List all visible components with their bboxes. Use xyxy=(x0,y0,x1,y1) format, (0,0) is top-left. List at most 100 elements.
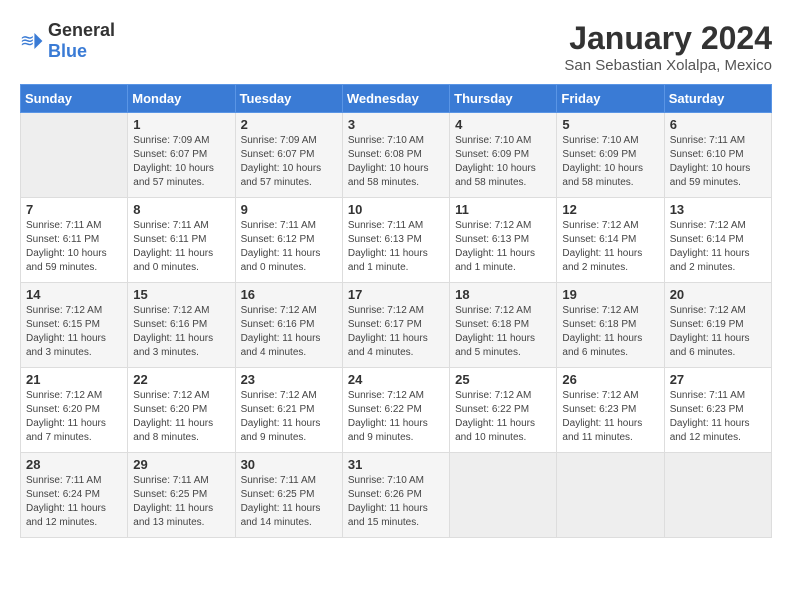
calendar-cell xyxy=(450,453,557,538)
day-info: Sunrise: 7:12 AM Sunset: 6:23 PM Dayligh… xyxy=(562,389,658,445)
calendar-cell: 1Sunrise: 7:09 AM Sunset: 6:07 PM Daylig… xyxy=(128,113,235,198)
calendar-cell: 8 Sunrise: 7:11 AM Sunset: 6:11 PM Daylig… xyxy=(128,198,235,283)
calendar-cell: 27 Sunrise: 7:11 AM Sunset: 6:23 PM Dayli… xyxy=(664,368,771,453)
header: ≋ General Blue January 2024 San Sebastia… xyxy=(20,20,772,74)
day-info: Sunrise: 7:12 AM Sunset: 6:14 PM Dayligh… xyxy=(670,219,766,275)
header-cell-wednesday: Wednesday xyxy=(342,85,449,113)
day-info: Sunrise: 7:10 AM Sunset: 6:09 PM Dayligh… xyxy=(562,134,658,190)
day-info: Sunrise: 7:12 AM Sunset: 6:16 PM Dayligh… xyxy=(133,304,229,360)
day-info: Sunrise: 7:12 AM Sunset: 6:18 PM Dayligh… xyxy=(562,304,658,360)
day-number: 6 xyxy=(670,117,766,132)
calendar-cell: 14 Sunrise: 7:12 AM Sunset: 6:15 PM Dayli… xyxy=(21,283,128,368)
day-number: 29 xyxy=(133,457,229,472)
calendar-cell: 2 Sunrise: 7:09 AM Sunset: 6:07 PM Daylig… xyxy=(235,113,342,198)
day-number: 2 xyxy=(241,117,337,132)
logo-general: General xyxy=(48,20,115,40)
calendar-cell: 13 Sunrise: 7:12 AM Sunset: 6:14 PM Dayli… xyxy=(664,198,771,283)
calendar-cell: 25 Sunrise: 7:12 AM Sunset: 6:22 PM Dayli… xyxy=(450,368,557,453)
day-number: 22 xyxy=(133,372,229,387)
day-number: 15 xyxy=(133,287,229,302)
day-info: Sunrise: 7:12 AM Sunset: 6:15 PM Dayligh… xyxy=(26,304,122,360)
calendar-cell: 6 Sunrise: 7:11 AM Sunset: 6:10 PM Daylig… xyxy=(664,113,771,198)
day-info: Sunrise: 7:11 AM Sunset: 6:11 PM Dayligh… xyxy=(133,219,229,275)
day-number: 11 xyxy=(455,202,551,217)
header-cell-tuesday: Tuesday xyxy=(235,85,342,113)
calendar-cell: 30Sunrise: 7:11 AM Sunset: 6:25 PM Dayli… xyxy=(235,453,342,538)
day-number: 26 xyxy=(562,372,658,387)
header-cell-saturday: Saturday xyxy=(664,85,771,113)
day-info: Sunrise: 7:10 AM Sunset: 6:09 PM Dayligh… xyxy=(455,134,551,190)
calendar-cell: 18 Sunrise: 7:12 AM Sunset: 6:18 PM Dayli… xyxy=(450,283,557,368)
calendar-cell: 5Sunrise: 7:10 AM Sunset: 6:09 PM Daylig… xyxy=(557,113,664,198)
header-cell-monday: Monday xyxy=(128,85,235,113)
day-info: Sunrise: 7:12 AM Sunset: 6:22 PM Dayligh… xyxy=(348,389,444,445)
calendar-cell: 10Sunrise: 7:11 AM Sunset: 6:13 PM Dayli… xyxy=(342,198,449,283)
calendar-body: 1 Sunrise: 7:09 AM Sunset: 6:07 PM Daylig… xyxy=(21,113,772,538)
day-number: 19 xyxy=(562,287,658,302)
day-number: 25 xyxy=(455,372,551,387)
day-number: 27 xyxy=(670,372,766,387)
day-info: Sunrise: 7:12 AM Sunset: 6:13 PM Dayligh… xyxy=(455,219,551,275)
day-info: Sunrise: 7:12 AM Sunset: 6:22 PM Dayligh… xyxy=(455,389,551,445)
week-row-1: 1 Sunrise: 7:09 AM Sunset: 6:07 PM Daylig… xyxy=(21,113,772,198)
calendar-cell xyxy=(557,453,664,538)
day-info: Sunrise: 7:12 AM Sunset: 6:19 PM Dayligh… xyxy=(670,304,766,360)
day-number: 4 xyxy=(455,117,551,132)
day-number: 14 xyxy=(26,287,122,302)
day-number: 8 xyxy=(133,202,229,217)
week-row-2: 7Sunrise: 7:11 AM Sunset: 6:11 PM Daylig… xyxy=(21,198,772,283)
week-row-4: 21 Sunrise: 7:12 AM Sunset: 6:20 PM Dayli… xyxy=(21,368,772,453)
calendar-cell: 9 Sunrise: 7:11 AM Sunset: 6:12 PM Daylig… xyxy=(235,198,342,283)
day-info: Sunrise: 7:10 AM Sunset: 6:26 PM Dayligh… xyxy=(348,474,444,530)
calendar-cell: 15 Sunrise: 7:12 AM Sunset: 6:16 PM Dayli… xyxy=(128,283,235,368)
day-info: Sunrise: 7:10 AM Sunset: 6:08 PM Dayligh… xyxy=(348,134,444,190)
day-number: 20 xyxy=(670,287,766,302)
day-info: Sunrise: 7:12 AM Sunset: 6:17 PM Dayligh… xyxy=(348,304,444,360)
calendar-cell: 26 Sunrise: 7:12 AM Sunset: 6:23 PM Dayli… xyxy=(557,368,664,453)
svg-text:≋: ≋ xyxy=(20,31,35,51)
calendar-cell: 4 Sunrise: 7:10 AM Sunset: 6:09 PM Daylig… xyxy=(450,113,557,198)
day-number: 23 xyxy=(241,372,337,387)
day-info: Sunrise: 7:11 AM Sunset: 6:25 PM Dayligh… xyxy=(133,474,229,530)
calendar-cell: 23 Sunrise: 7:12 AM Sunset: 6:21 PM Dayli… xyxy=(235,368,342,453)
day-info: Sunrise: 7:11 AM Sunset: 6:25 PM Dayligh… xyxy=(241,474,337,530)
logo-blue: Blue xyxy=(48,41,87,61)
week-row-5: 28Sunrise: 7:11 AM Sunset: 6:24 PM Dayli… xyxy=(21,453,772,538)
calendar-cell: 7Sunrise: 7:11 AM Sunset: 6:11 PM Daylig… xyxy=(21,198,128,283)
calendar-cell: 29 Sunrise: 7:11 AM Sunset: 6:25 PM Dayli… xyxy=(128,453,235,538)
day-number: 1 xyxy=(133,117,229,132)
calendar-header: SundayMondayTuesdayWednesdayThursdayFrid… xyxy=(21,85,772,113)
calendar-table: SundayMondayTuesdayWednesdayThursdayFrid… xyxy=(20,84,772,538)
calendar-cell: 17Sunrise: 7:12 AM Sunset: 6:17 PM Dayli… xyxy=(342,283,449,368)
calendar-cell: 31Sunrise: 7:10 AM Sunset: 6:26 PM Dayli… xyxy=(342,453,449,538)
day-info: Sunrise: 7:11 AM Sunset: 6:10 PM Dayligh… xyxy=(670,134,766,190)
day-info: Sunrise: 7:12 AM Sunset: 6:21 PM Dayligh… xyxy=(241,389,337,445)
day-info: Sunrise: 7:12 AM Sunset: 6:18 PM Dayligh… xyxy=(455,304,551,360)
day-number: 9 xyxy=(241,202,337,217)
header-cell-friday: Friday xyxy=(557,85,664,113)
day-info: Sunrise: 7:11 AM Sunset: 6:13 PM Dayligh… xyxy=(348,219,444,275)
calendar-cell xyxy=(664,453,771,538)
logo: ≋ General Blue xyxy=(20,20,115,62)
header-cell-thursday: Thursday xyxy=(450,85,557,113)
day-number: 24 xyxy=(348,372,444,387)
day-number: 3 xyxy=(348,117,444,132)
calendar-title: January 2024 xyxy=(564,20,772,57)
day-info: Sunrise: 7:11 AM Sunset: 6:24 PM Dayligh… xyxy=(26,474,122,530)
day-number: 21 xyxy=(26,372,122,387)
calendar-cell: 11 Sunrise: 7:12 AM Sunset: 6:13 PM Dayli… xyxy=(450,198,557,283)
day-info: Sunrise: 7:09 AM Sunset: 6:07 PM Dayligh… xyxy=(241,134,337,190)
title-area: January 2024 San Sebastian Xolalpa, Mexi… xyxy=(564,20,772,74)
day-info: Sunrise: 7:12 AM Sunset: 6:14 PM Dayligh… xyxy=(562,219,658,275)
day-info: Sunrise: 7:11 AM Sunset: 6:23 PM Dayligh… xyxy=(670,389,766,445)
day-info: Sunrise: 7:11 AM Sunset: 6:11 PM Dayligh… xyxy=(26,219,122,275)
day-info: Sunrise: 7:11 AM Sunset: 6:12 PM Dayligh… xyxy=(241,219,337,275)
day-info: Sunrise: 7:12 AM Sunset: 6:20 PM Dayligh… xyxy=(26,389,122,445)
calendar-cell: 19 Sunrise: 7:12 AM Sunset: 6:18 PM Dayli… xyxy=(557,283,664,368)
day-number: 13 xyxy=(670,202,766,217)
calendar-cell: 24 Sunrise: 7:12 AM Sunset: 6:22 PM Dayli… xyxy=(342,368,449,453)
calendar-subtitle: San Sebastian Xolalpa, Mexico xyxy=(564,57,772,74)
day-number: 18 xyxy=(455,287,551,302)
calendar-cell: 21 Sunrise: 7:12 AM Sunset: 6:20 PM Dayli… xyxy=(21,368,128,453)
calendar-cell: 28Sunrise: 7:11 AM Sunset: 6:24 PM Dayli… xyxy=(21,453,128,538)
